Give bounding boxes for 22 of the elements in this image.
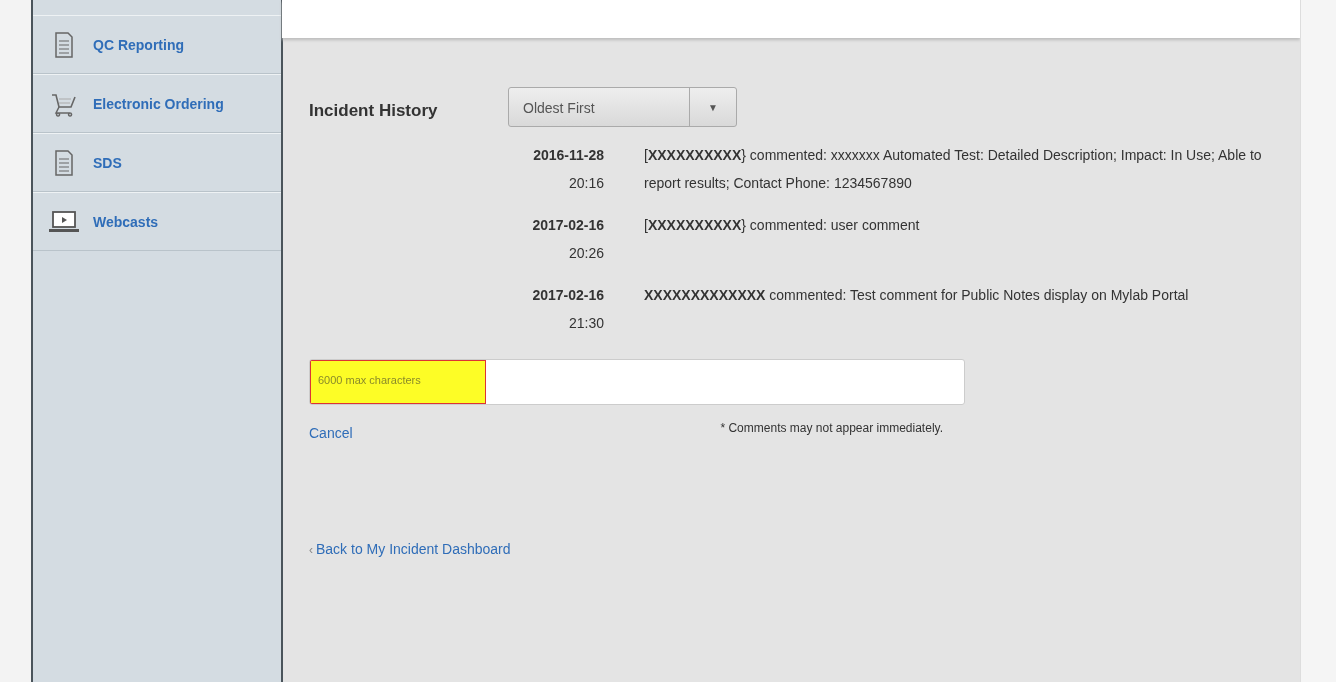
comment-text: [XXXXXXXXXX} commented: xxxxxxx Automated Test: Detailed Description; Impact: In Use; Able to report results; Contact Phone: 1234567890 [644,146,1263,193]
laptop-icon [49,210,79,233]
cancel-link[interactable]: Cancel [309,425,353,441]
entry-date: 2017-02-16 [531,286,604,305]
document-icon [55,31,73,58]
comment-note: * Comments may not appear immediately. [720,421,943,437]
sidebar-item[interactable]: SDS [33,133,281,192]
entry-date: 2016-11-28 [532,146,604,165]
entry-date: 2017-02-16 [531,216,604,235]
comment-text: XXXXXXXXXXXXX commented: Test comment for Public Notes display on Mylab Portal [644,286,1190,305]
back-link[interactable]: ‹ Back to My Incident Dashboard [309,541,511,557]
sidebar-item[interactable]: Webcasts [33,192,281,251]
entry-time: 21:30 [567,314,604,333]
entry-time: 20:26 [567,244,604,263]
sort-dropdown[interactable]: Oldest First ▼ [508,87,737,127]
comment-text: [XXXXXXXXXX} commented: user comment [644,216,921,235]
section-title: Incident History [309,100,439,121]
sidebar-item[interactable]: QC Reporting [33,15,281,74]
entry-time: 20:16 [567,174,604,193]
document-icon [55,149,73,176]
sidebar-item[interactable]: Electronic Ordering [33,74,281,133]
comment-field[interactable]: 6000 max characters [309,359,965,405]
